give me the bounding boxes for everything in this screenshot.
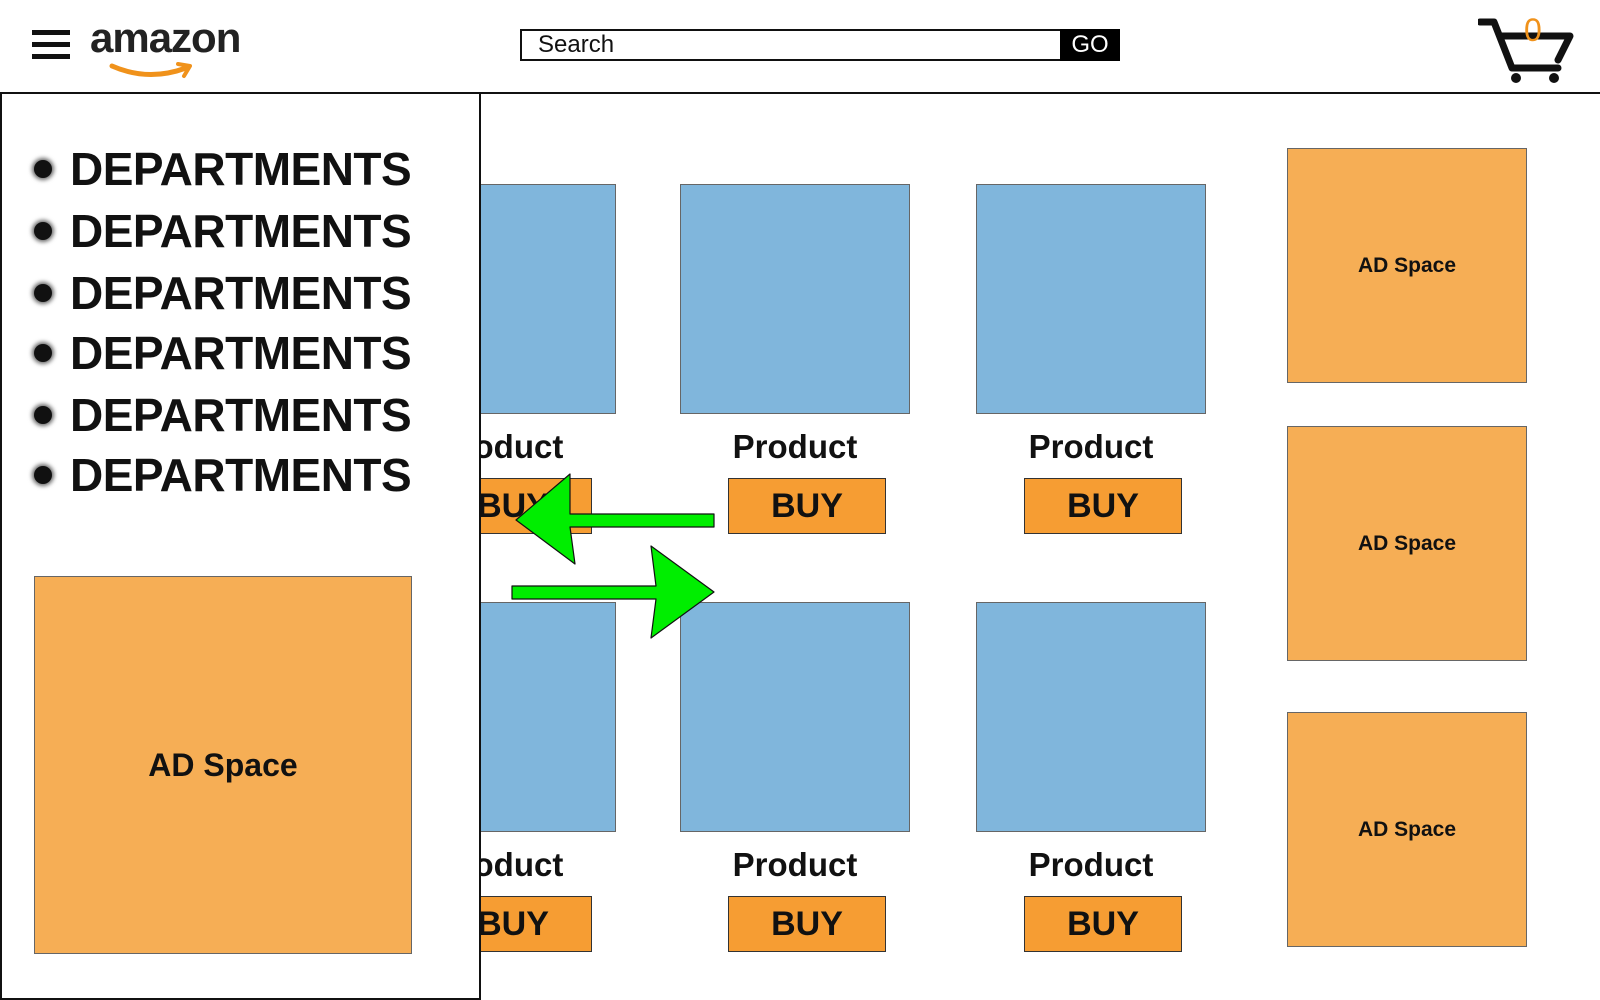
product-name[interactable]: Product	[976, 846, 1206, 884]
ad-label: AD Space	[1357, 253, 1457, 277]
product-name[interactable]: Product	[680, 428, 910, 466]
buy-button[interactable]: BUY	[728, 896, 886, 952]
right-ad-space[interactable]: AD Space	[1287, 148, 1527, 383]
hamburger-menu-icon[interactable]	[32, 30, 70, 60]
search-bar: GO	[520, 29, 1120, 61]
logo-text: amazon	[90, 14, 241, 61]
bullet-icon	[34, 405, 52, 424]
search-input[interactable]	[520, 29, 1062, 61]
bullet-icon	[34, 465, 52, 484]
buy-button[interactable]: BUY	[1024, 896, 1182, 952]
department-item[interactable]: DEPARTMENTS	[34, 204, 412, 258]
product-image[interactable]	[976, 184, 1206, 414]
bullet-icon	[34, 283, 52, 302]
ad-label: AD Space	[148, 746, 298, 783]
product-name[interactable]: Product	[976, 428, 1206, 466]
ad-label: AD Space	[1357, 531, 1457, 555]
cart-button[interactable]: 0	[1478, 12, 1574, 84]
department-label: DEPARTMENTS	[70, 267, 412, 319]
department-label: DEPARTMENTS	[70, 327, 412, 379]
go-button[interactable]: GO	[1060, 29, 1120, 61]
department-label: DEPARTMENTS	[70, 389, 412, 441]
logo-smile-icon	[109, 62, 192, 78]
buy-button[interactable]: BUY	[728, 478, 886, 534]
sidebar-ad-space[interactable]: AD Space	[34, 576, 412, 954]
right-ad-space[interactable]: AD Space	[1287, 426, 1527, 661]
department-item[interactable]: DEPARTMENTS	[34, 448, 412, 502]
product-image[interactable]	[680, 184, 910, 414]
right-ad-space[interactable]: AD Space	[1287, 712, 1527, 947]
amazon-logo[interactable]: amazon	[88, 10, 258, 82]
bullet-icon	[34, 343, 52, 362]
department-item[interactable]: DEPARTMENTS	[34, 326, 412, 380]
department-label: DEPARTMENTS	[70, 143, 412, 195]
department-item[interactable]: DEPARTMENTS	[34, 142, 412, 196]
cart-count-badge: 0	[1524, 12, 1542, 48]
department-label: DEPARTMENTS	[70, 449, 412, 501]
product-image[interactable]	[976, 602, 1206, 832]
buy-button[interactable]: BUY	[1024, 478, 1182, 534]
department-item[interactable]: DEPARTMENTS	[34, 266, 412, 320]
department-item[interactable]: DEPARTMENTS	[34, 388, 412, 442]
product-name[interactable]: Product	[680, 846, 910, 884]
departments-sidebar: DEPARTMENTS DEPARTMENTS DEPARTMENTS DEPA…	[0, 94, 481, 1000]
department-label: DEPARTMENTS	[70, 205, 412, 257]
bullet-icon	[34, 159, 52, 178]
bullet-icon	[34, 221, 52, 240]
product-image[interactable]	[680, 602, 910, 832]
ad-label: AD Space	[1357, 817, 1457, 841]
